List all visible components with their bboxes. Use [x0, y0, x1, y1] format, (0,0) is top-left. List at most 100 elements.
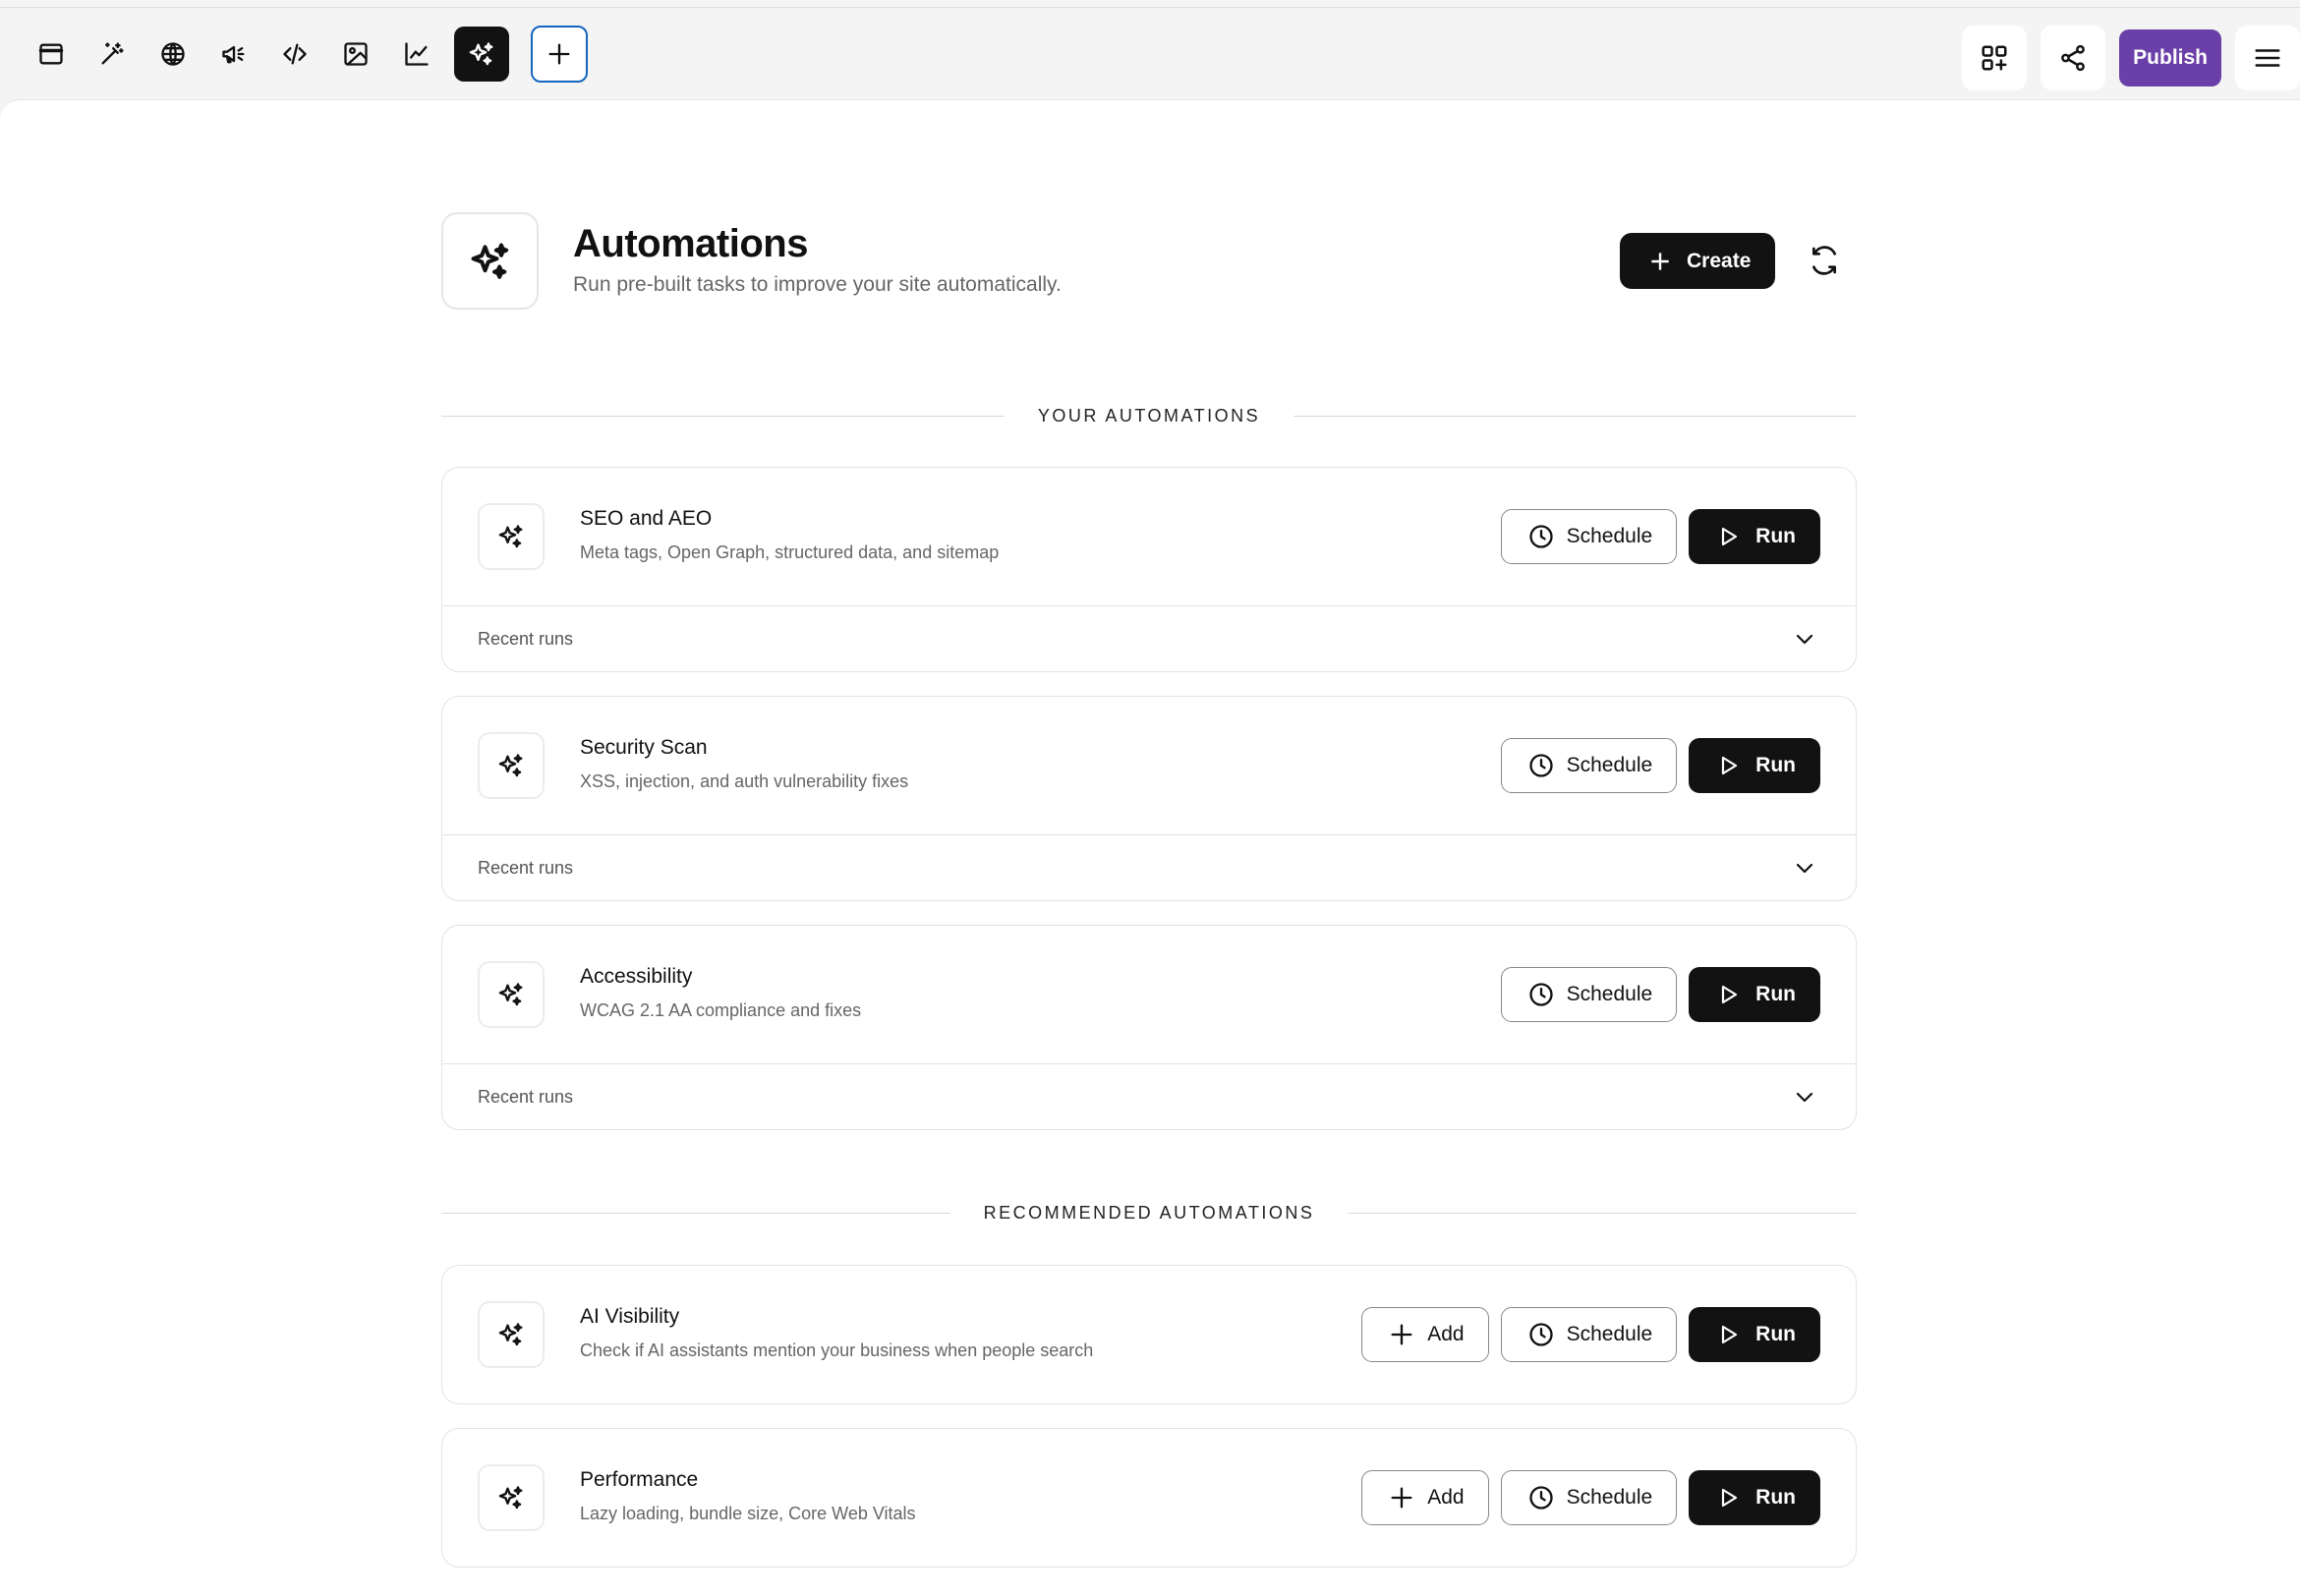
schedule-label: Schedule	[1566, 1323, 1653, 1345]
section-label: YOUR AUTOMATIONS	[1037, 405, 1261, 426]
section-label: RECOMMENDED AUTOMATIONS	[983, 1202, 1315, 1223]
plus-icon	[1391, 1324, 1412, 1345]
card-title: AI Visibility	[580, 1305, 680, 1328]
card-icon-box	[478, 1464, 545, 1531]
automations-button[interactable]	[454, 27, 509, 82]
main-panel: Automations Run pre-built tasks to impro…	[0, 99, 2300, 1596]
apps-button[interactable]	[1962, 26, 2028, 90]
automation-card: SEO and AEO Meta tags, Open Graph, struc…	[441, 467, 1857, 672]
card-title: Security Scan	[580, 736, 708, 759]
code-button[interactable]	[267, 27, 322, 82]
play-icon	[1722, 756, 1738, 775]
run-button[interactable]: Run	[1689, 509, 1820, 564]
card-actions: Schedule Run	[1489, 967, 1820, 1022]
sparkles-icon	[498, 983, 523, 1006]
clock-icon	[1528, 1323, 1553, 1346]
card-icon-box	[478, 503, 545, 570]
card-icon-box	[478, 732, 545, 799]
add-label: Add	[1427, 1323, 1465, 1345]
apps-add-icon	[1982, 45, 2007, 71]
divider-line	[441, 415, 1005, 417]
run-label: Run	[1755, 1323, 1796, 1345]
card-icon-box	[478, 1301, 545, 1368]
card-icon-box	[478, 961, 545, 1028]
hamburger-menu-icon	[2255, 49, 2280, 67]
sparkles-icon	[498, 754, 523, 777]
schedule-button[interactable]: Schedule	[1500, 738, 1678, 793]
recent-runs-label: Recent runs	[478, 628, 574, 649]
add-button[interactable]: Add	[1361, 1470, 1489, 1525]
header-icon-box	[441, 212, 539, 310]
card-top: Security Scan XSS, injection, and auth v…	[442, 697, 1856, 834]
automation-card: Accessibility WCAG 2.1 AA compliance and…	[441, 925, 1857, 1130]
run-button[interactable]: Run	[1689, 1470, 1820, 1525]
sparkles-icon	[498, 525, 523, 548]
recent-runs-toggle[interactable]: Recent runs	[442, 834, 1856, 900]
schedule-label: Schedule	[1566, 754, 1653, 776]
plus-icon	[1391, 1487, 1412, 1509]
divider-line	[1294, 415, 1858, 417]
recent-runs-toggle[interactable]: Recent runs	[442, 1063, 1856, 1129]
run-label: Run	[1755, 1486, 1796, 1509]
create-button[interactable]: Create	[1620, 233, 1776, 289]
card-description: XSS, injection, and auth vulnerability f…	[580, 771, 909, 791]
card-actions: Schedule Run	[1489, 509, 1820, 564]
analytics-button[interactable]	[389, 27, 444, 82]
magic-wand-icon	[101, 42, 124, 65]
your-automations-divider: YOUR AUTOMATIONS	[441, 401, 1858, 430]
card-actions: Schedule Run	[1489, 738, 1820, 793]
card-actions: Add Schedule Run	[1350, 1307, 1820, 1362]
schedule-button[interactable]: Schedule	[1500, 1307, 1678, 1362]
clock-icon	[1528, 754, 1553, 777]
share-icon	[2061, 44, 2086, 72]
menu-button[interactable]	[2235, 26, 2300, 90]
card-title: SEO and AEO	[580, 507, 713, 530]
run-label: Run	[1755, 983, 1796, 1005]
play-icon	[1722, 527, 1738, 546]
code-icon	[283, 43, 307, 65]
publish-button[interactable]: Publish	[2119, 29, 2221, 86]
run-button[interactable]: Run	[1689, 1307, 1820, 1362]
card-description: Check if AI assistants mention your busi…	[580, 1340, 1094, 1360]
chevron-down-icon	[1796, 634, 1813, 645]
refresh-button[interactable]	[1806, 242, 1843, 279]
add-button[interactable]: Add	[1361, 1307, 1489, 1362]
schedule-button[interactable]: Schedule	[1500, 509, 1678, 564]
card-top: Accessibility WCAG 2.1 AA compliance and…	[442, 926, 1856, 1063]
add-tool-button[interactable]	[531, 26, 588, 83]
megaphone-button[interactable]	[206, 27, 261, 82]
schedule-label: Schedule	[1566, 525, 1653, 547]
clock-icon	[1528, 1486, 1553, 1510]
page-title: Automations	[573, 222, 808, 265]
image-button[interactable]	[328, 27, 383, 82]
plus-icon	[548, 43, 570, 65]
card-title: Accessibility	[580, 965, 693, 988]
card-description: WCAG 2.1 AA compliance and fixes	[580, 1000, 862, 1020]
plus-icon	[1651, 252, 1669, 270]
page-header: Automations Run pre-built tasks to impro…	[441, 212, 1857, 311]
run-button[interactable]: Run	[1689, 967, 1820, 1022]
right-tools: Publish	[1948, 26, 2300, 90]
chart-line-icon	[405, 42, 429, 66]
add-label: Add	[1427, 1486, 1465, 1509]
schedule-button[interactable]: Schedule	[1500, 1470, 1678, 1525]
schedule-button[interactable]: Schedule	[1500, 967, 1678, 1022]
create-label: Create	[1687, 249, 1752, 272]
globe-button[interactable]	[145, 27, 201, 82]
card-top: Performance Lazy loading, bundle size, C…	[442, 1429, 1856, 1567]
play-icon	[1722, 1325, 1738, 1344]
share-button[interactable]	[2041, 26, 2106, 90]
top-toolbar: Publish	[0, 7, 2300, 99]
browser-window-button[interactable]	[24, 27, 79, 82]
divider-line	[441, 1212, 950, 1214]
browser-window-icon	[38, 43, 64, 65]
image-icon	[344, 42, 368, 66]
run-label: Run	[1755, 754, 1796, 776]
recent-runs-toggle[interactable]: Recent runs	[442, 605, 1856, 671]
run-button[interactable]: Run	[1689, 738, 1820, 793]
recent-runs-label: Recent runs	[478, 1086, 574, 1107]
magic-wand-button[interactable]	[85, 27, 140, 82]
globe-icon	[161, 42, 185, 66]
sparkles-icon	[498, 1323, 523, 1346]
play-icon	[1722, 985, 1738, 1004]
